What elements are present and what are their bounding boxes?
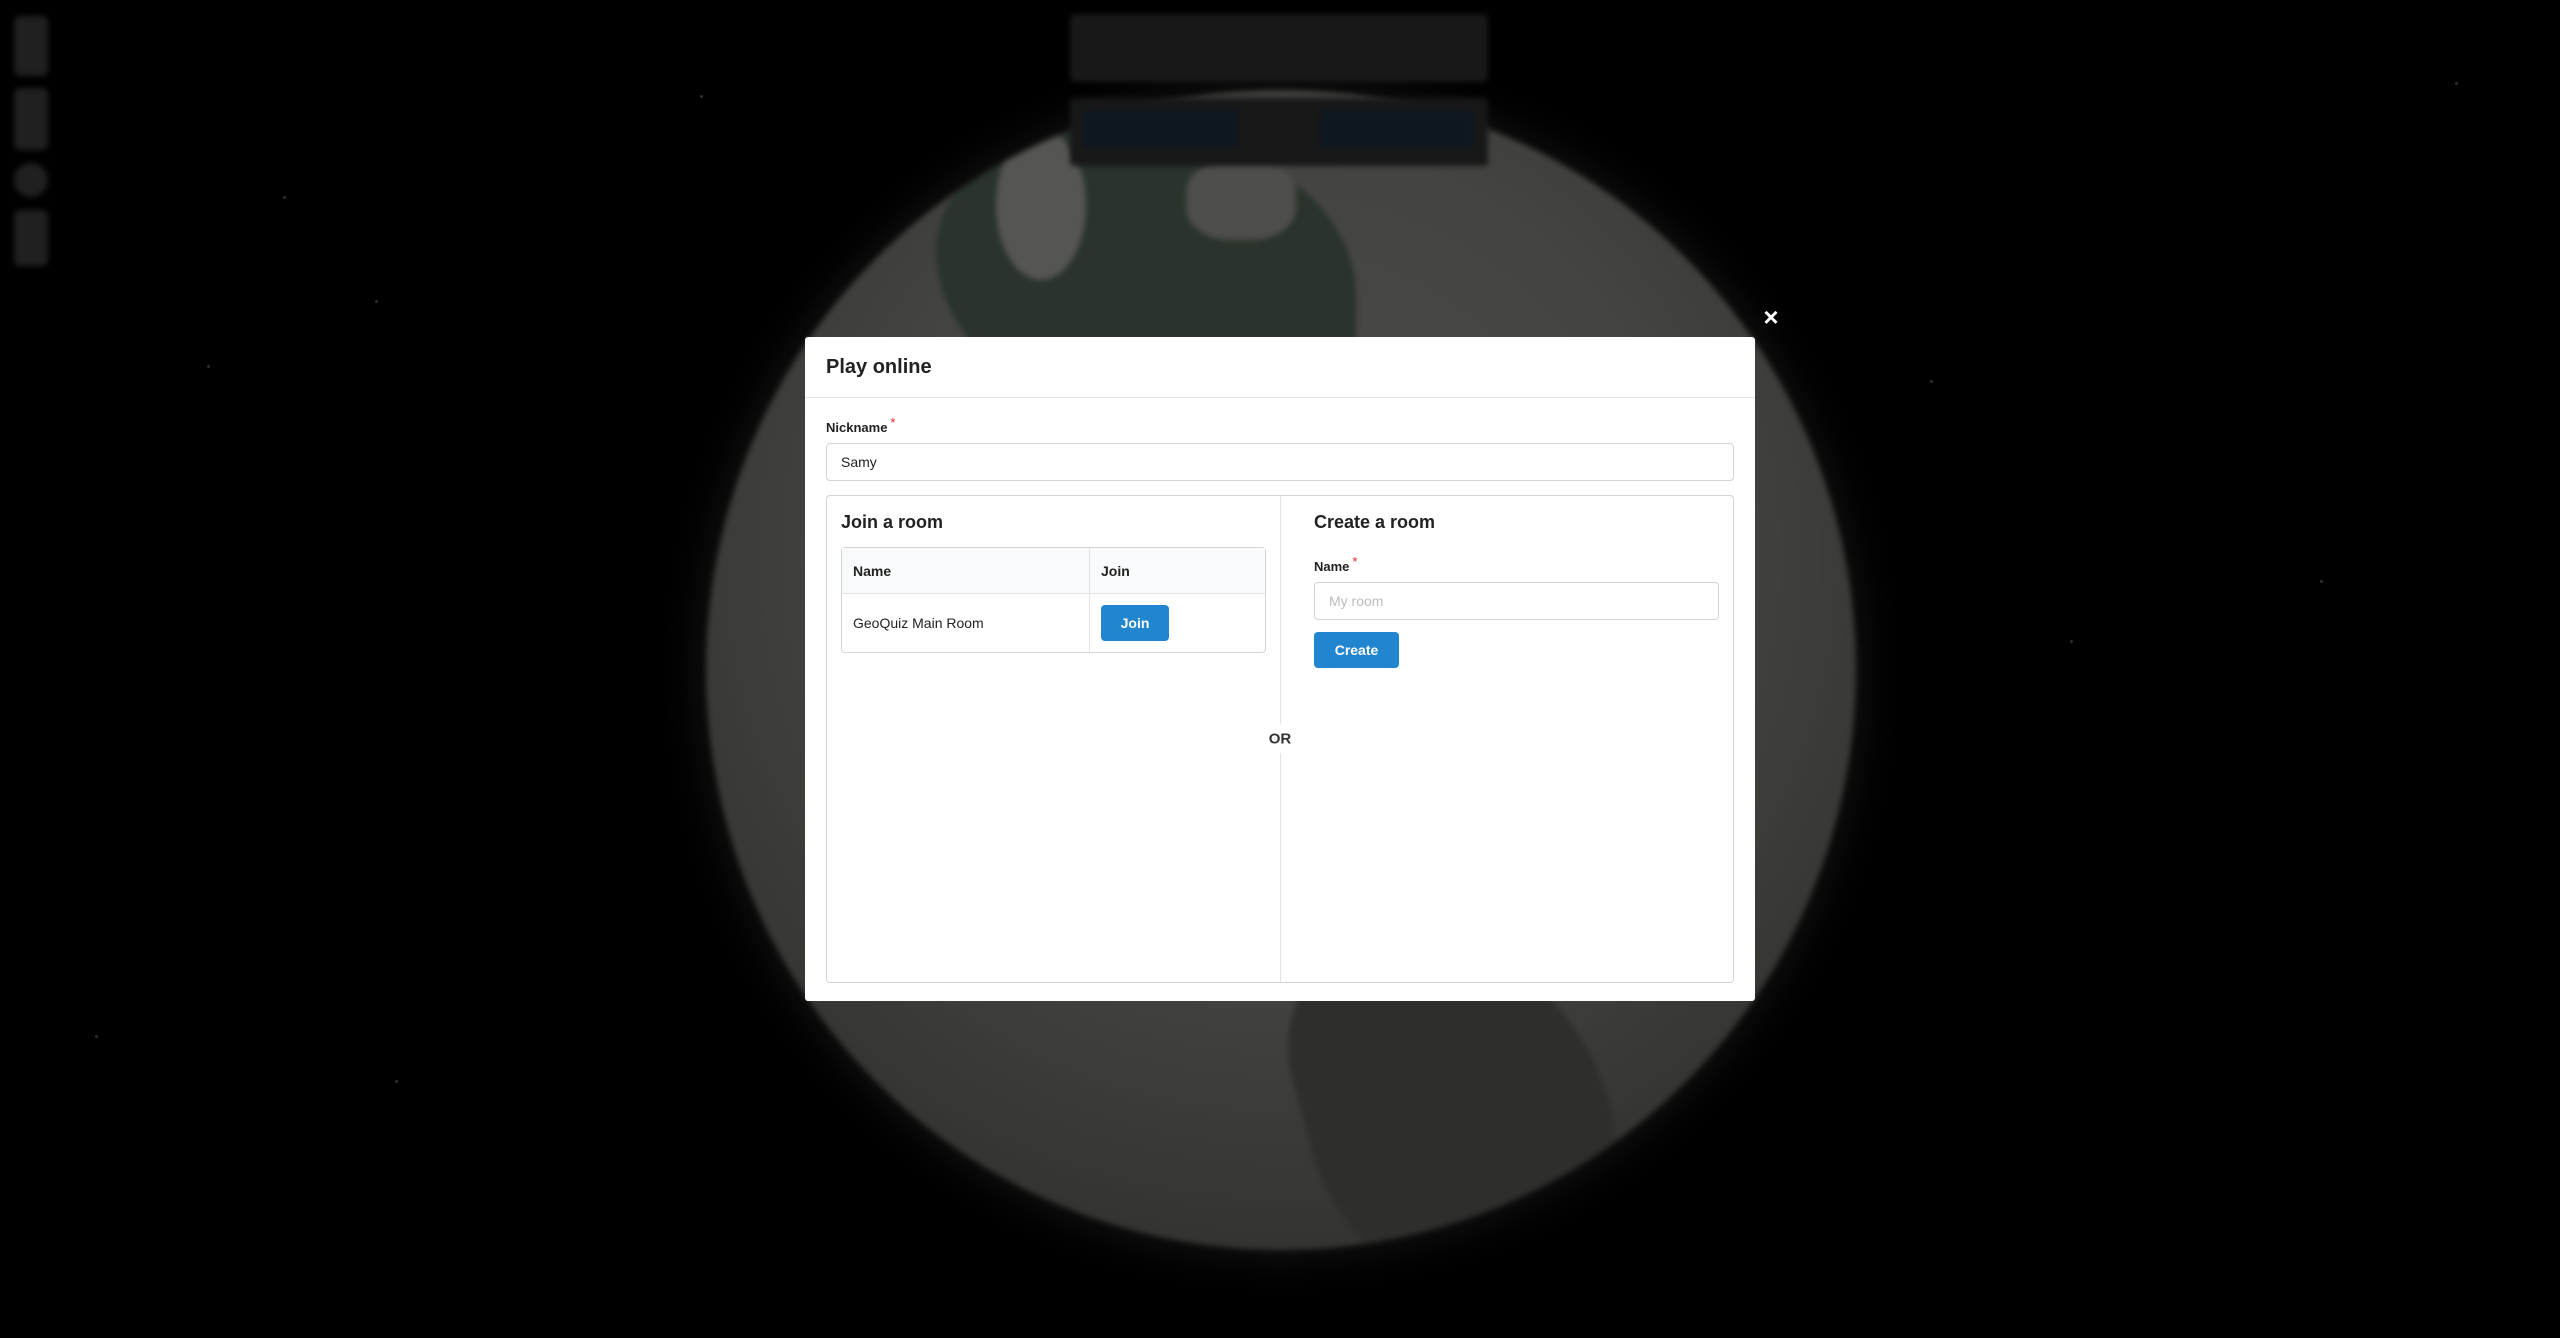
required-mark: * bbox=[1352, 554, 1358, 569]
close-icon[interactable]: × bbox=[1760, 304, 1782, 330]
create-room-title: Create a room bbox=[1314, 512, 1436, 532]
modal-body: Nickname* Join a room Name Join GeoQuiz … bbox=[805, 398, 1755, 1004]
nickname-label: Nickname bbox=[826, 420, 888, 435]
required-mark: * bbox=[890, 415, 896, 430]
join-room-section: Join a room Name Join GeoQuiz Main Room … bbox=[827, 496, 1280, 982]
room-name-label: Name bbox=[1314, 559, 1350, 574]
create-room-button[interactable]: Create bbox=[1314, 632, 1399, 668]
room-name-cell: GeoQuiz Main Room bbox=[853, 615, 984, 631]
nickname-input[interactable] bbox=[826, 443, 1734, 481]
table-row: GeoQuiz Main Room Join bbox=[842, 594, 1265, 652]
create-room-section: Create a room Name* Create bbox=[1280, 496, 1733, 982]
room-options: Join a room Name Join GeoQuiz Main Room … bbox=[826, 495, 1734, 983]
modal-header: Play online bbox=[805, 337, 1755, 398]
play-online-modal: Play online Nickname* Join a room Name J… bbox=[805, 337, 1755, 1001]
or-divider: OR bbox=[1264, 724, 1296, 754]
join-room-button[interactable]: Join bbox=[1101, 605, 1169, 641]
column-header-name: Name bbox=[842, 548, 1089, 594]
rooms-table: Name Join GeoQuiz Main Room Join bbox=[841, 547, 1266, 653]
join-room-title: Join a room bbox=[841, 512, 944, 532]
nickname-field: Nickname * bbox=[826, 415, 1734, 481]
room-action-cell: Join bbox=[1089, 594, 1265, 652]
room-name-input[interactable] bbox=[1314, 582, 1719, 620]
table-header-row: Name Join bbox=[842, 548, 1265, 594]
column-header-join: Join bbox=[1089, 548, 1265, 594]
modal-title: Play online bbox=[826, 355, 932, 378]
